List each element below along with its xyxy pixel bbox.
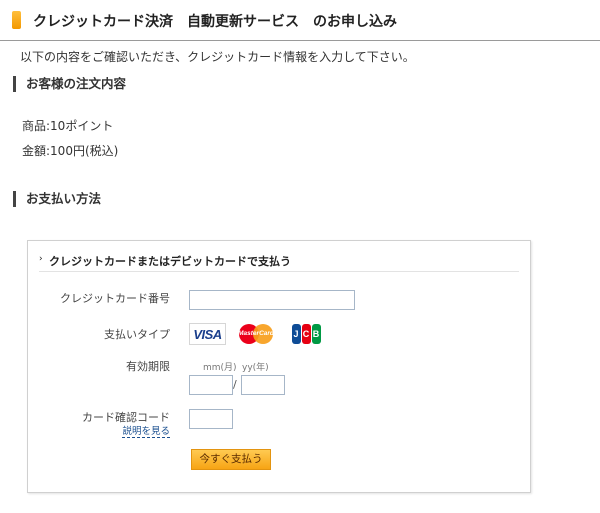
payment-heading: お支払い方法	[13, 191, 101, 207]
jcb-logo-icon: J C B	[291, 323, 321, 345]
order-product: 商品:10ポイント	[22, 119, 114, 133]
mastercard-logo-icon: MasterCard	[237, 323, 275, 345]
payment-panel: › クレジットカードまたはデビットカードで支払う クレジットカード番号 支払いタ…	[27, 240, 531, 493]
page-title: クレジットカード決済 自動更新サービス のお申し込み	[33, 14, 397, 30]
mastercard-logo-text: MasterCard	[238, 330, 274, 337]
expiry-month-input[interactable]	[189, 375, 233, 395]
pay-type-label: 支払いタイプ	[104, 328, 170, 341]
expiry-label: 有効期限	[126, 360, 170, 373]
payment-method-label: クレジットカードまたはデビットカードで支払う	[49, 255, 291, 268]
cvc-help-link[interactable]: 説明を見る	[122, 423, 170, 438]
chevron-right-icon: ›	[39, 254, 43, 264]
visa-logo-icon: VISA	[189, 323, 226, 345]
cvc-input[interactable]	[189, 409, 233, 429]
page-header: クレジットカード決済 自動更新サービス のお申し込み	[0, 0, 600, 41]
expiry-month-hint: mm(月)	[203, 363, 237, 373]
order-amount: 金額:100円(税込)	[22, 144, 119, 158]
card-number-label: クレジットカード番号	[60, 292, 170, 305]
intro-text: 以下の内容をご確認いただき、クレジットカード情報を入力して下さい。	[20, 50, 415, 64]
pay-now-button[interactable]: 今すぐ支払う	[191, 449, 271, 470]
order-heading: お客様の注文内容	[13, 76, 126, 92]
payment-method-option[interactable]: › クレジットカードまたはデビットカードで支払う	[39, 249, 519, 272]
card-number-input[interactable]	[189, 290, 355, 310]
expiry-year-input[interactable]	[241, 375, 285, 395]
expiry-year-hint: yy(年)	[242, 363, 269, 373]
orange-bar-icon	[12, 11, 21, 29]
expiry-separator: /	[233, 378, 237, 391]
